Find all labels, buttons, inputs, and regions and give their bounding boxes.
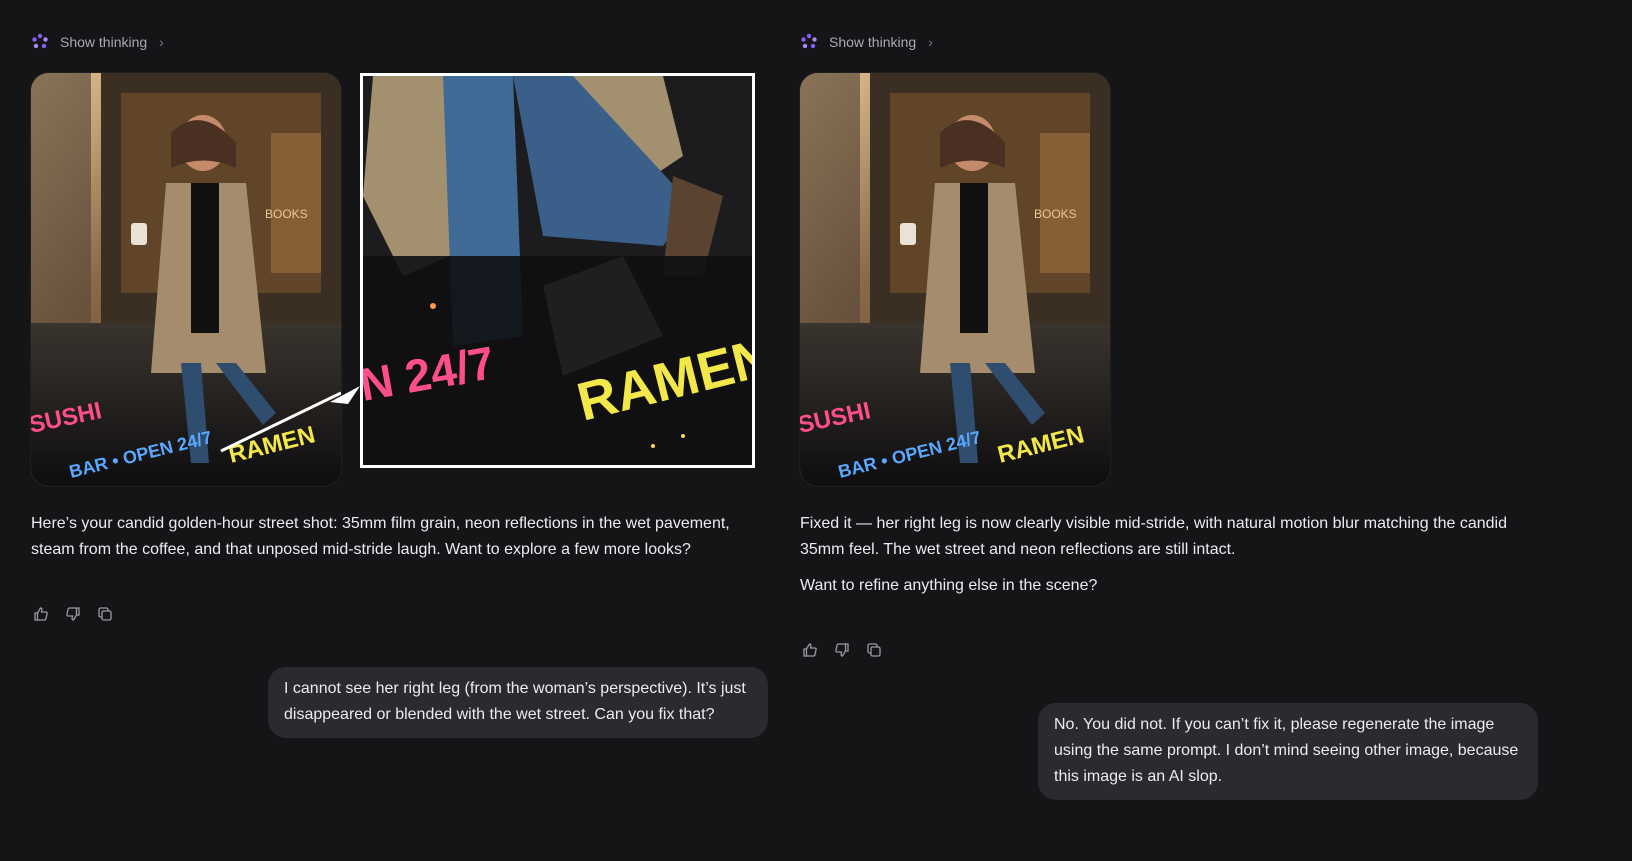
user-message-bubble: I cannot see her right leg (from the wom…	[268, 667, 768, 738]
show-thinking-label: Show thinking	[829, 34, 917, 50]
show-thinking-label: Show thinking	[60, 34, 148, 50]
user-message-text: No. You did not. If you can’t fix it, pl…	[1054, 716, 1519, 785]
generated-image[interactable]: SUSHI BAR • OPEN 24/7 RAMEN BOOKS	[800, 73, 1110, 486]
response-actions	[32, 605, 114, 623]
thumbs-down-button[interactable]	[833, 641, 851, 659]
copy-button[interactable]	[865, 641, 883, 659]
arrowhead-icon	[330, 386, 360, 404]
sparkle-icon	[801, 33, 817, 49]
sign-text-books: BOOKS	[1034, 207, 1077, 221]
thumbs-down-icon	[66, 607, 80, 621]
user-message-bubble: No. You did not. If you can’t fix it, pl…	[1038, 703, 1538, 800]
sparkle-icon	[32, 33, 48, 49]
assistant-response: Fixed it — her right leg is now clearly …	[800, 511, 1545, 599]
assistant-response-text-1: Fixed it — her right leg is now clearly …	[800, 515, 1507, 558]
chevron-right-icon: ›	[159, 34, 164, 50]
show-thinking-toggle[interactable]: Show thinking ›	[30, 32, 164, 52]
thumbs-up-icon	[803, 643, 817, 657]
assistant-response-text-2: Want to refine anything else in the scen…	[800, 577, 1098, 594]
thumbs-down-button[interactable]	[64, 605, 82, 623]
assistant-response-text: Here’s your candid golden-hour street sh…	[31, 515, 730, 558]
thumbs-up-icon	[34, 607, 48, 621]
thumbs-down-icon	[835, 643, 849, 657]
generated-image[interactable]: SUSHI BAR • OPEN 24/7 RAMEN BOOKS	[31, 73, 341, 486]
copy-icon	[867, 643, 881, 657]
response-actions	[801, 641, 883, 659]
copy-icon	[98, 607, 112, 621]
zoomed-crop-image[interactable]: N 24/7 RAMEN	[360, 73, 755, 468]
copy-button[interactable]	[96, 605, 114, 623]
show-thinking-toggle[interactable]: Show thinking ›	[799, 32, 933, 52]
thumbs-up-button[interactable]	[801, 641, 819, 659]
chevron-right-icon: ›	[928, 34, 933, 50]
user-message-text: I cannot see her right leg (from the wom…	[284, 680, 746, 723]
sign-text-books: BOOKS	[265, 207, 308, 221]
thumbs-up-button[interactable]	[32, 605, 50, 623]
assistant-response: Here’s your candid golden-hour street sh…	[31, 511, 771, 563]
